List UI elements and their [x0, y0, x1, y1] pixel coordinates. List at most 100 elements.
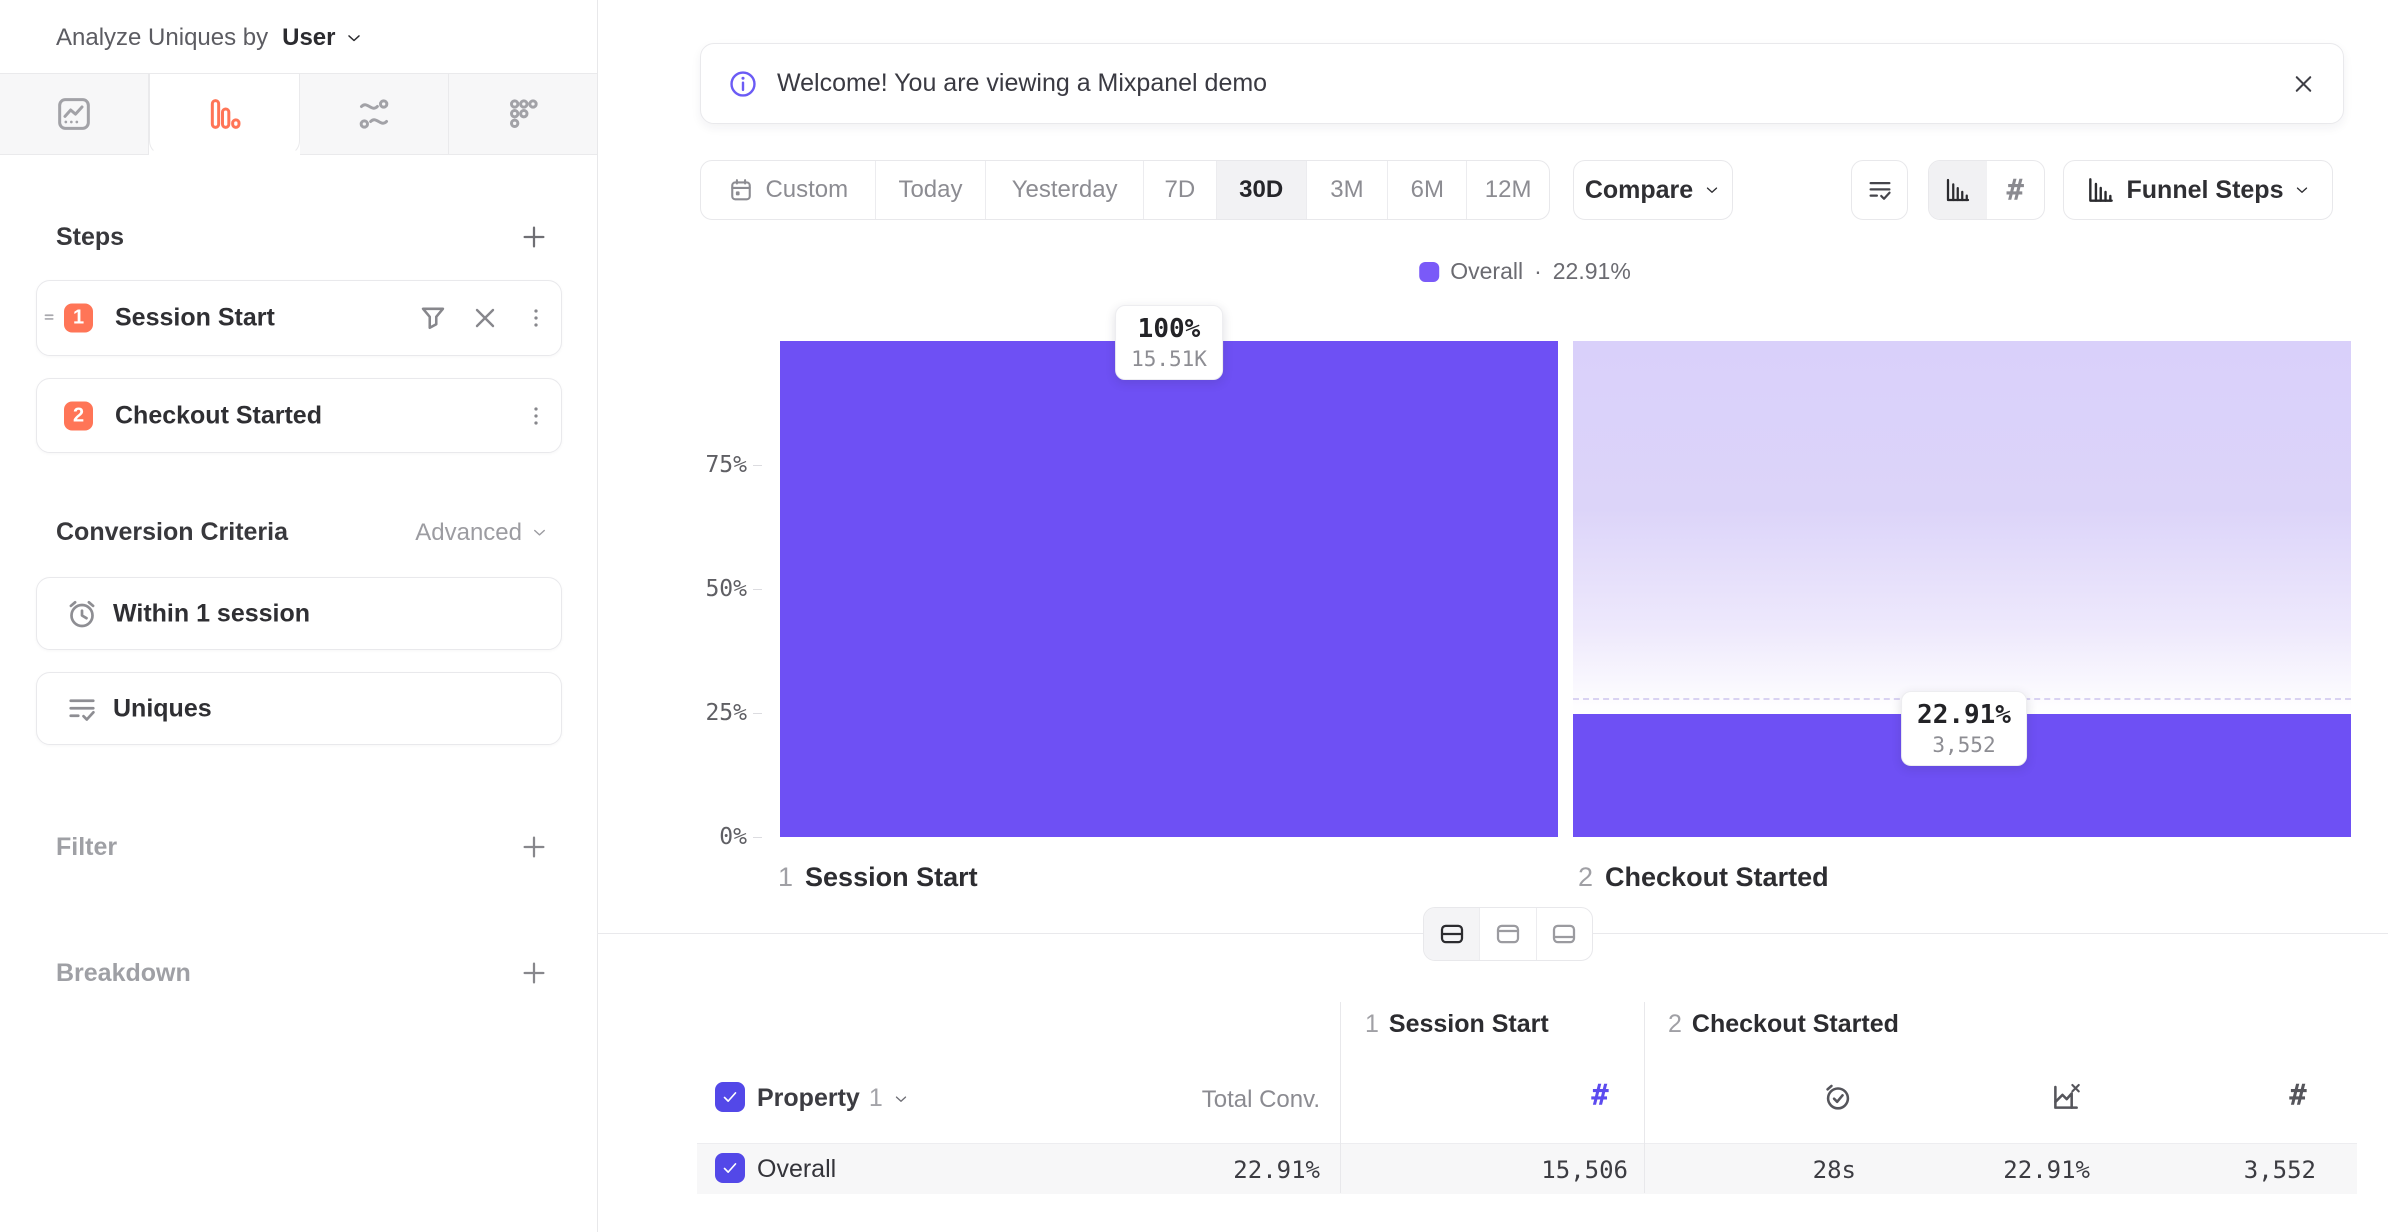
metrics-list-button[interactable]	[1851, 160, 1908, 220]
x-label-session-start: 1Session Start	[778, 862, 978, 893]
add-step-button[interactable]	[519, 222, 549, 252]
property-num: 1	[869, 1084, 883, 1113]
steps-title: Steps	[56, 223, 124, 252]
cell-conv-rate: 22.91%	[1920, 1156, 2090, 1184]
step-card-1[interactable]: 1 Session Start	[36, 280, 562, 356]
alarm-clock-icon	[64, 596, 100, 632]
tab-flows[interactable]	[300, 74, 449, 155]
chevron-down-icon	[1703, 181, 1721, 199]
layout-split-icon	[1437, 919, 1467, 949]
step-name: Session Start	[115, 304, 275, 333]
split-view-toggle[interactable]	[1424, 908, 1480, 960]
check-icon	[719, 1086, 741, 1108]
drag-handle-icon[interactable]	[39, 307, 61, 329]
column-divider	[1644, 1002, 1645, 1193]
flows-icon	[354, 94, 394, 134]
date-option-label: Yesterday	[1012, 176, 1118, 204]
date-option-12m[interactable]: 12M	[1467, 161, 1549, 219]
advanced-label: Advanced	[415, 519, 522, 547]
panel-layout-toggle	[1423, 907, 1593, 961]
tab-retention[interactable]	[449, 74, 597, 155]
property-label: Property	[757, 1084, 860, 1113]
percent-bars-toggle[interactable]	[1929, 161, 1987, 219]
step-card-2[interactable]: 2 Checkout Started	[36, 378, 562, 453]
analyze-by-label: Analyze Uniques by	[56, 24, 268, 52]
group-label: Checkout Started	[1692, 1010, 1899, 1038]
hash-icon: #	[2007, 173, 2024, 207]
tooltip-count: 15.51K	[1131, 346, 1207, 372]
counting-method-label: Uniques	[113, 694, 212, 723]
time-to-convert-icon[interactable]	[1821, 1080, 1855, 1114]
tab-funnels[interactable]	[149, 74, 299, 155]
funnels-icon	[204, 94, 244, 134]
config-sidebar: Analyze Uniques by User	[0, 0, 598, 1232]
step-label-num: 1	[778, 862, 793, 892]
tooltip-pct: 100%	[1131, 313, 1207, 346]
filter-section: Filter	[56, 832, 549, 862]
funnel-steps-chart-icon	[2085, 174, 2117, 206]
layout-bottom-icon	[1549, 919, 1579, 949]
remove-step-icon[interactable]	[469, 302, 501, 334]
funnel-steps-label: Funnel Steps	[2127, 176, 2284, 205]
banner-close-icon[interactable]	[2290, 70, 2317, 97]
info-icon	[727, 68, 759, 100]
counting-method-card[interactable]: Uniques	[36, 672, 562, 745]
funnel-steps-dropdown[interactable]: Funnel Steps	[2063, 160, 2333, 220]
add-breakdown-button[interactable]	[519, 958, 549, 988]
cell-total-conv: 22.91%	[1150, 1156, 1320, 1184]
date-option-30d-selected[interactable]: 30D	[1217, 161, 1307, 219]
property-column-header[interactable]: Property 1	[757, 1084, 910, 1113]
total-conv-column-header[interactable]: Total Conv.	[1150, 1086, 1320, 1114]
date-option-7d[interactable]: 7D	[1144, 161, 1217, 219]
check-icon	[719, 1157, 741, 1179]
chart-only-toggle[interactable]	[1480, 908, 1536, 960]
date-option-3m[interactable]: 3M	[1307, 161, 1389, 219]
step-number-badge: 1	[64, 304, 93, 333]
select-all-checkbox[interactable]	[715, 1082, 745, 1112]
add-filter-button[interactable]	[519, 832, 549, 862]
layout-top-icon	[1493, 919, 1523, 949]
filter-funnel-icon[interactable]	[416, 301, 450, 335]
legend-dot: ·	[1534, 258, 1542, 285]
step-number-badge: 2	[64, 401, 93, 430]
conversion-window-card[interactable]: Within 1 session	[36, 577, 562, 650]
row-checkbox-overall[interactable]	[715, 1153, 745, 1183]
breakdown-title: Breakdown	[56, 959, 191, 988]
tab-insights[interactable]	[0, 74, 149, 155]
retention-icon	[503, 94, 543, 134]
step-menu-icon[interactable]	[523, 305, 549, 331]
count-metric-icon[interactable]: #	[2289, 1078, 2306, 1112]
conversion-criteria-header: Conversion Criteria Advanced	[56, 518, 549, 547]
compare-label: Compare	[1585, 176, 1693, 205]
conversion-criteria-title: Conversion Criteria	[56, 518, 288, 547]
date-option-today[interactable]: Today	[876, 161, 987, 219]
filter-title: Filter	[56, 833, 117, 862]
step-label-text: Checkout Started	[1605, 862, 1829, 892]
advanced-dropdown[interactable]: Advanced	[415, 519, 549, 547]
group-num: 1	[1365, 1010, 1379, 1038]
list-check-icon	[1865, 175, 1895, 205]
date-option-yesterday[interactable]: Yesterday	[986, 161, 1144, 219]
legend-label: Overall	[1450, 258, 1523, 285]
date-range-picker: Custom Today Yesterday 7D 30D 3M 6M 12M	[700, 160, 1550, 220]
step-menu-icon[interactable]	[523, 403, 549, 429]
count-metric-icon-selected[interactable]: #	[1591, 1078, 1608, 1112]
analyze-by-dropdown[interactable]: User	[282, 24, 363, 52]
date-option-custom[interactable]: Custom	[701, 161, 876, 219]
absolute-numbers-toggle[interactable]: #	[1987, 161, 2045, 219]
date-option-6m[interactable]: 6M	[1388, 161, 1467, 219]
tooltip-count: 3,552	[1917, 732, 2011, 758]
step-name: Checkout Started	[115, 401, 322, 430]
value-display-toggle: #	[1928, 160, 2045, 220]
conversion-rate-icon[interactable]	[2049, 1080, 2083, 1114]
table-only-toggle[interactable]	[1537, 908, 1592, 960]
legend-overall[interactable]: Overall · 22.91%	[1419, 258, 1631, 285]
row-label: Overall	[757, 1155, 836, 1184]
steps-header: Steps	[56, 222, 549, 252]
step-label-num: 2	[1578, 862, 1593, 892]
cell-step2-count: 3,552	[2146, 1156, 2316, 1184]
calendar-icon	[727, 176, 755, 204]
funnel-bar-session-start[interactable]	[780, 341, 1558, 837]
tooltip-pct: 22.91%	[1917, 699, 2011, 732]
compare-button[interactable]: Compare	[1573, 160, 1733, 220]
